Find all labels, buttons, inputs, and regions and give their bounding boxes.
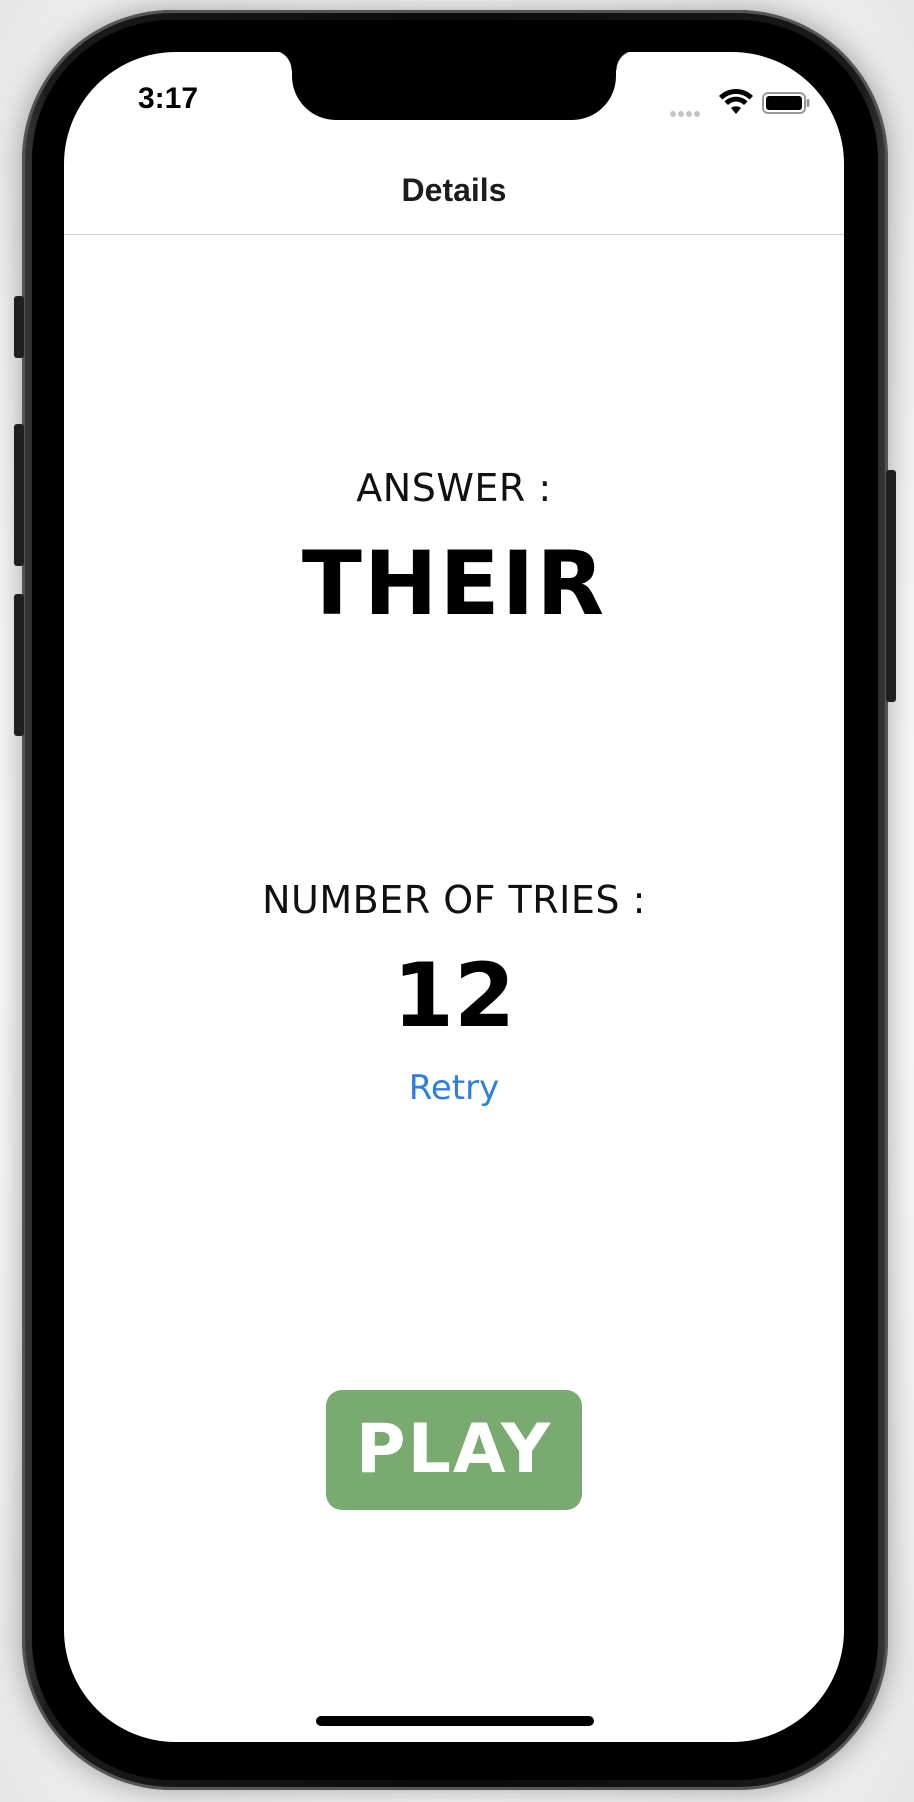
answer-label: ANSWER : (356, 466, 552, 510)
tries-label: NUMBER OF TRIES : (262, 878, 646, 922)
tries-value: 12 (392, 944, 516, 1047)
volume-up-button (14, 424, 24, 566)
screen: 3:17 Details ANSWER : THEIR NUMBER OF TR… (64, 52, 844, 1742)
status-icons (668, 88, 810, 118)
volume-down-button (14, 594, 24, 736)
status-time: 3:17 (138, 82, 199, 115)
navigation-bar: Details (64, 142, 844, 235)
battery-icon (762, 92, 810, 114)
play-button[interactable]: PLAY (326, 1390, 582, 1510)
retry-button[interactable]: Retry (354, 1068, 554, 1108)
wifi-icon (719, 88, 753, 114)
answer-value: THEIR (301, 532, 607, 635)
nav-title: Details (401, 172, 507, 208)
mute-switch (14, 296, 24, 358)
power-button (886, 470, 896, 702)
home-indicator[interactable] (316, 1716, 594, 1726)
notch (272, 52, 636, 120)
cellular-signal-icon (670, 102, 706, 117)
